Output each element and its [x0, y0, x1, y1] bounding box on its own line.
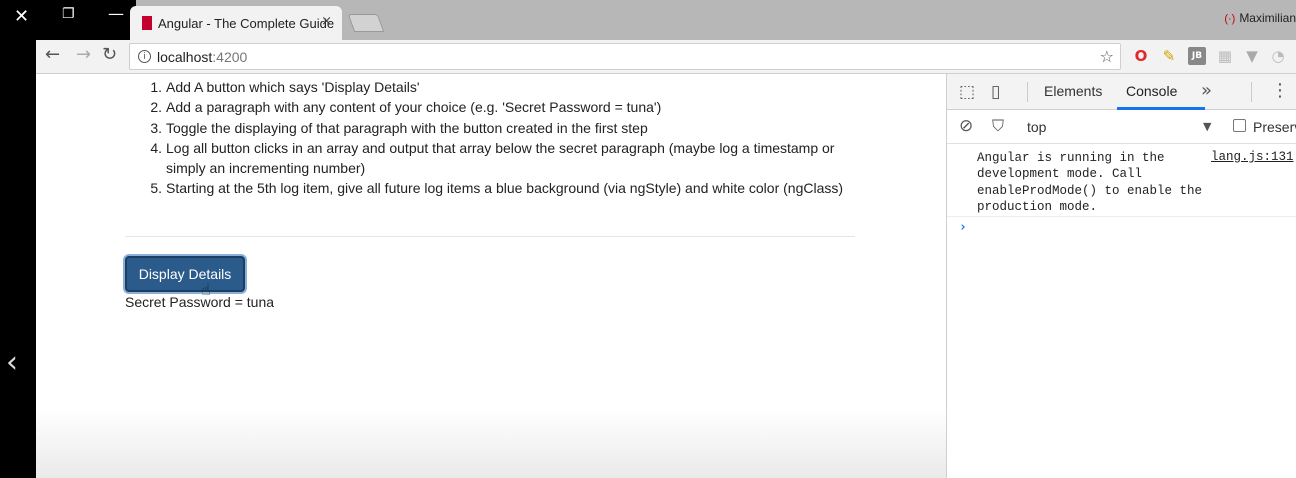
inspect-element-icon[interactable]: ⬚ — [959, 82, 975, 102]
list-item: 4. Log all button clicks in an array and … — [150, 139, 835, 177]
devtools-tabbar: ⬚ ▯ Elements Console » ⋮ — [947, 74, 1296, 110]
device-toolbar-icon[interactable]: ▯ — [991, 82, 1000, 102]
close-window-icon[interactable]: ✕ — [14, 6, 29, 27]
reload-icon[interactable]: ↻ — [102, 44, 117, 65]
extension-icon[interactable]: ◔ — [1269, 47, 1287, 65]
clear-console-icon[interactable]: ⊘ — [959, 116, 973, 136]
divider — [125, 236, 855, 237]
list-item: 3. Toggle the displaying of that paragrap… — [150, 119, 648, 136]
console-prompt[interactable]: › — [959, 220, 967, 235]
page-content: 1. Add A button which says 'Display Detai… — [36, 74, 946, 478]
list-item: 2. Add a paragraph with any content of yo… — [150, 99, 662, 116]
tab-elements[interactable]: Elements — [1044, 83, 1102, 99]
profile-icon: (·) — [1224, 13, 1236, 25]
minimize-window-icon[interactable]: — — [108, 4, 124, 23]
filter-icon[interactable]: ⛉ — [992, 116, 1004, 136]
player-strip: ‹ — [0, 0, 36, 478]
restore-window-icon[interactable]: ❐ — [62, 6, 75, 22]
vue-icon[interactable]: ▼ — [1243, 47, 1261, 65]
address-bar[interactable]: i localhost:4200 ☆ — [129, 43, 1121, 70]
profile-button[interactable]: (·) Maximilian — [1224, 11, 1296, 25]
tab-title: Angular - The Complete Guide — [158, 15, 335, 31]
browser-tab[interactable]: Angular - The Complete Guide × — [130, 6, 342, 40]
screen: ‹ ✕ ❐ — Angular - The Complete Guide × (… — [0, 0, 1296, 478]
back-arrow-icon[interactable]: ← — [45, 44, 60, 65]
console-source-link[interactable]: lang.js:131 — [1211, 150, 1294, 164]
jb-icon[interactable]: JB — [1188, 47, 1206, 65]
new-tab-button[interactable] — [347, 14, 385, 32]
browser-toolbar: ← → ↻ i localhost:4200 ☆ O ✎ JB ▦ ▼ ◔ — [36, 40, 1296, 74]
preserve-log-label: Preserve log — [1253, 119, 1296, 135]
url-host: localhost — [157, 48, 213, 65]
display-details-button[interactable]: Display Details — [125, 256, 245, 292]
opera-icon[interactable]: O — [1132, 47, 1150, 65]
chevron-left-icon[interactable]: ‹ — [6, 348, 18, 378]
grid-icon[interactable]: ▦ — [1216, 47, 1234, 65]
color-picker-icon[interactable]: ✎ — [1160, 47, 1178, 65]
list-item: 5. Starting at the 5th log item, give all… — [150, 180, 844, 197]
bookmark-star-icon[interactable]: ☆ — [1100, 47, 1114, 66]
preserve-log-checkbox[interactable] — [1233, 119, 1246, 132]
devtools-panel: ⬚ ▯ Elements Console » ⋮ ⊘ ⛉ top ▼ Prese… — [946, 74, 1296, 478]
context-selector[interactable]: top — [1027, 119, 1046, 135]
tab-close-icon[interactable]: × — [321, 14, 332, 29]
chevron-down-icon[interactable]: ▼ — [1203, 120, 1211, 133]
secret-paragraph: Secret Password = tuna — [125, 294, 275, 310]
forward-arrow-icon[interactable]: → — [76, 44, 91, 65]
tab-bar: Angular - The Complete Guide × (·) Maximi… — [130, 0, 1296, 40]
window-controls: ✕ ❐ — — [0, 0, 136, 34]
console-filter-bar: ⊘ ⛉ top ▼ Preserve log — [947, 110, 1296, 144]
url-port: :4200 — [212, 48, 248, 65]
divider — [947, 216, 1296, 217]
profile-name: Maximilian — [1239, 11, 1296, 25]
assignment-steps: 1. Add A button which says 'Display Detai… — [125, 77, 865, 199]
kebab-menu-icon[interactable]: ⋮ — [1271, 80, 1289, 101]
divider — [1027, 82, 1028, 102]
angular-favicon-icon — [142, 16, 152, 30]
divider — [1251, 82, 1252, 102]
console-message: Angular is running in the development mo… — [977, 151, 1203, 214]
list-item: 1. Add A button which says 'Display Detai… — [150, 79, 420, 95]
more-tabs-icon[interactable]: » — [1201, 80, 1212, 101]
tab-console[interactable]: Console — [1126, 83, 1177, 99]
info-icon[interactable]: i — [138, 50, 151, 63]
